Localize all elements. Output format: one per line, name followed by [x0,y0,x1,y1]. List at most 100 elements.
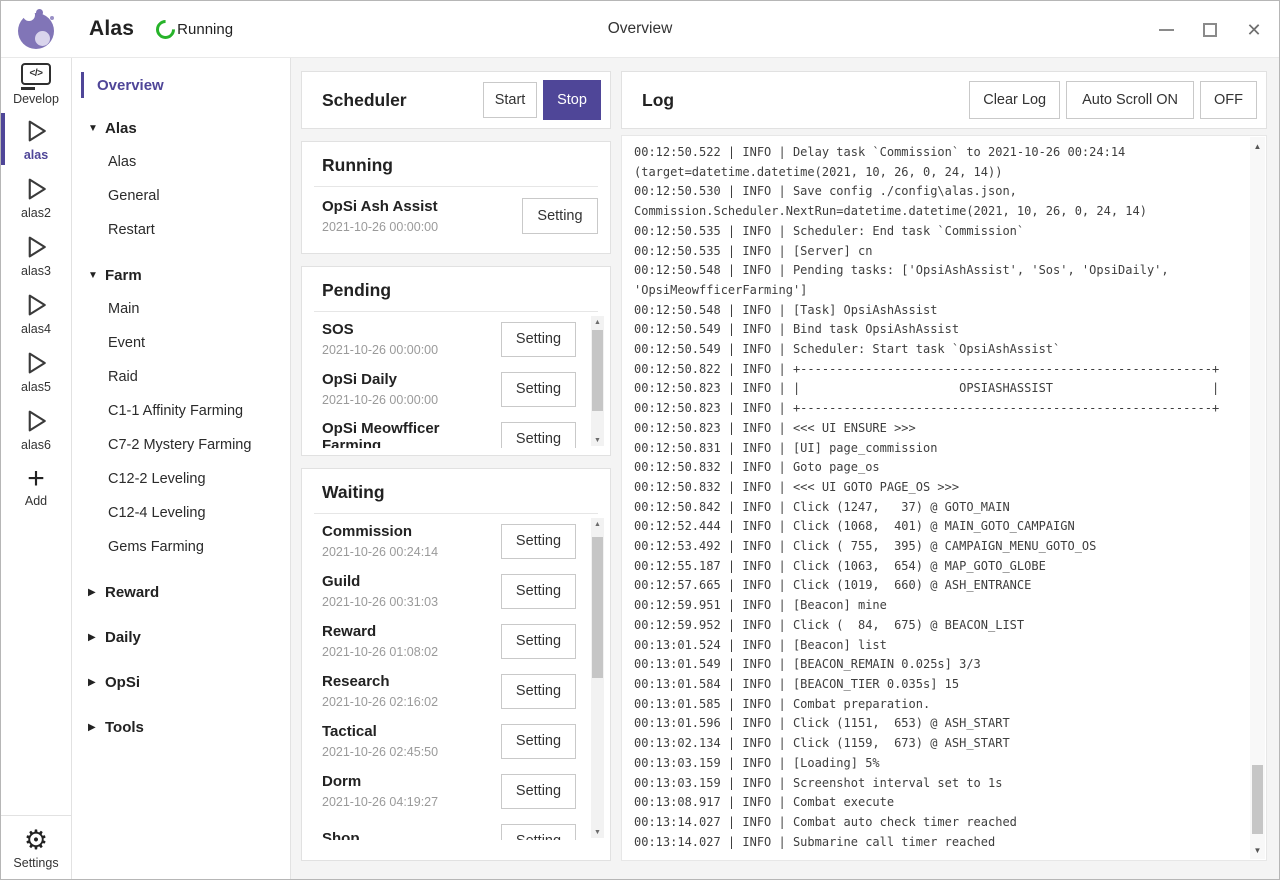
titlebar: Alas Running Overview ✕ [1,1,1279,58]
log-line: 00:13:03.159 | INFO | [Loading] 5% [634,754,1238,774]
nav-item-gems-farming[interactable]: Gems Farming [72,530,290,564]
waiting-scrollbar[interactable]: ▲ ▼ [591,518,604,838]
task-time: 2021-10-26 02:45:50 [322,745,501,759]
setting-button[interactable]: Setting [501,824,576,841]
close-icon: ✕ [1246,21,1261,39]
scrollbar-thumb[interactable] [1252,765,1263,834]
scrollbar-thumb[interactable] [592,537,603,678]
auto-scroll-off-button[interactable]: OFF [1200,81,1257,119]
task-name: Tactical [322,723,472,740]
nav-item-restart[interactable]: Restart [72,213,290,247]
scroll-down-icon[interactable]: ▼ [591,434,604,446]
rail-item-develop[interactable]: </> Develop [1,58,71,110]
nav-group-daily: ▶ Daily [72,620,290,654]
task-row: Shop Setting [302,816,610,840]
auto-scroll-on-button[interactable]: Auto Scroll ON [1066,81,1194,119]
log-line: 00:13:08.917 | INFO | Combat execute [634,793,1238,813]
setting-button[interactable]: Setting [501,372,576,407]
nav-item-c12-2-leveling[interactable]: C12-2 Leveling [72,462,290,496]
scroll-down-icon[interactable]: ▼ [1250,843,1265,857]
nav-item-label: Event [108,335,145,351]
waiting-title: Waiting [302,482,610,503]
rail-item-alas2[interactable]: alas2 [1,168,71,226]
nav-group-header-alas[interactable]: ▼ Alas [72,111,290,145]
nav-group-label: OpSi [105,674,140,691]
log-line: 00:12:59.951 | INFO | [Beacon] mine [634,596,1238,616]
nav-group-header-opsi[interactable]: ▶ OpSi [72,665,290,699]
rail-item-settings[interactable]: ⚙ Settings [1,815,71,879]
maximize-button[interactable] [1195,15,1225,45]
close-button[interactable]: ✕ [1239,15,1269,45]
nav-item-event[interactable]: Event [72,326,290,360]
nav-item-raid[interactable]: Raid [72,360,290,394]
scrollbar-thumb[interactable] [592,330,603,411]
nav-group-header-reward[interactable]: ▶ Reward [72,575,290,609]
task-name: OpSi Ash Assist [322,198,472,215]
play-icon [21,174,51,204]
setting-button[interactable]: Setting [522,198,598,234]
setting-button[interactable]: Setting [501,422,576,449]
rail-item-alas3[interactable]: alas3 [1,226,71,284]
scroll-down-icon[interactable]: ▼ [591,826,604,838]
scheduler-card: Scheduler Start Stop [301,71,611,129]
scroll-up-icon[interactable]: ▲ [591,518,604,530]
log-lines: 00:12:50.522 | INFO | Delay task `Commis… [634,143,1238,856]
nav-group-header-tools[interactable]: ▶ Tools [72,710,290,744]
window-controls: ✕ [1151,1,1269,58]
nav-item-c1-1-affinity-farming[interactable]: C1-1 Affinity Farming [72,394,290,428]
task-row: OpSi Daily 2021-10-26 00:00:00 Setting [302,364,610,414]
rail-item-alas5[interactable]: alas5 [1,342,71,400]
chevron-right-icon: ▶ [88,677,105,688]
setting-button[interactable]: Setting [501,724,576,759]
stop-button[interactable]: Stop [543,80,601,120]
setting-button[interactable]: Setting [501,624,576,659]
setting-button[interactable]: Setting [501,524,576,559]
nav-group-header-daily[interactable]: ▶ Daily [72,620,290,654]
rail-item-add[interactable]: + Add [1,458,71,516]
plus-icon: + [27,466,45,492]
nav-item-label: Gems Farming [108,539,204,555]
log-line: 00:13:02.134 | INFO | Click (1159, 673) … [634,734,1238,754]
log-scrollbar[interactable]: ▲ ▼ [1250,137,1265,859]
setting-button[interactable]: Setting [501,774,576,809]
pending-scrollbar[interactable]: ▲ ▼ [591,316,604,446]
pending-list: SOS 2021-10-26 00:00:00 Setting OpSi Dai… [302,314,610,448]
rail-item-alas4[interactable]: alas4 [1,284,71,342]
log-viewer[interactable]: 00:12:50.522 | INFO | Delay task `Commis… [621,135,1267,861]
log-line: 00:13:14.027 | INFO | Combat auto check … [634,813,1238,833]
nav-item-overview[interactable]: Overview [72,70,290,100]
minimize-button[interactable] [1151,15,1181,45]
setting-button[interactable]: Setting [501,674,576,709]
setting-button[interactable]: Setting [501,574,576,609]
scheduler-status-text: Running [177,21,233,38]
rail-item-alas[interactable]: alas [1,110,71,168]
log-line: 00:13:14.027 | INFO | Submarine call tim… [634,833,1238,853]
scroll-up-icon[interactable]: ▲ [1250,139,1265,153]
start-button[interactable]: Start [483,82,537,118]
nav-item-c7-2-mystery-farming[interactable]: C7-2 Mystery Farming [72,428,290,462]
nav-item-label: Overview [97,77,164,94]
rail-item-alas6[interactable]: alas6 [1,400,71,458]
nav-group-opsi: ▶ OpSi [72,665,290,699]
task-name: OpSi Meowfficer Farming [322,420,472,449]
nav-item-main[interactable]: Main [72,292,290,326]
nav-item-c12-4-leveling[interactable]: C12-4 Leveling [72,496,290,530]
chevron-right-icon: ▶ [88,722,105,733]
develop-icon: </> [21,63,51,90]
play-icon [21,290,51,320]
log-line: 00:13:01.524 | INFO | [Beacon] list [634,636,1238,656]
log-line: 00:12:53.492 | INFO | Click ( 755, 395) … [634,537,1238,557]
nav-item-label: C12-4 Leveling [108,505,206,521]
log-line: 00:13:03.159 | INFO | Screenshot interva… [634,774,1238,794]
nav-group-header-farm[interactable]: ▼ Farm [72,258,290,292]
window-title: Overview [608,20,673,38]
nav-item-general[interactable]: General [72,179,290,213]
log-line: 00:12:50.522 | INFO | Delay task `Commis… [634,143,1238,163]
task-name: Research [322,673,472,690]
scroll-up-icon[interactable]: ▲ [591,316,604,328]
nav-item-alas[interactable]: Alas [72,145,290,179]
nav-item-label: Main [108,301,139,317]
setting-button[interactable]: Setting [501,322,576,357]
task-row: Tactical 2021-10-26 02:45:50 Setting [302,716,610,766]
clear-log-button[interactable]: Clear Log [969,81,1060,119]
